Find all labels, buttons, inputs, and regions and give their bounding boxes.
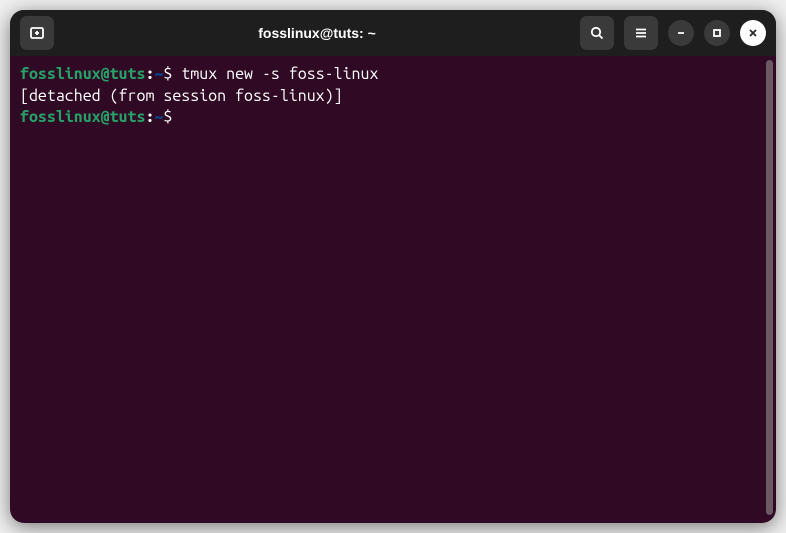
- terminal-line: fosslinux@tuts:~$ tmux new -s foss-linux: [20, 64, 766, 86]
- titlebar-left: [20, 16, 54, 50]
- titlebar-right: [580, 16, 766, 50]
- menu-icon: [633, 25, 649, 41]
- output-text: [detached (from session foss-linux)]: [20, 87, 343, 105]
- maximize-button[interactable]: [704, 20, 730, 46]
- search-icon: [589, 25, 605, 41]
- new-tab-button[interactable]: [20, 16, 54, 50]
- minimize-button[interactable]: [668, 20, 694, 46]
- window-title: fosslinux@tuts: ~: [62, 25, 572, 41]
- terminal-line: [detached (from session foss-linux)]: [20, 86, 766, 108]
- search-button[interactable]: [580, 16, 614, 50]
- maximize-icon: [710, 26, 724, 40]
- scrollbar[interactable]: [766, 60, 773, 515]
- prompt-symbol: $: [163, 108, 181, 126]
- titlebar: fosslinux@tuts: ~: [10, 10, 776, 56]
- prompt-user: fosslinux@tuts: [20, 108, 145, 126]
- menu-button[interactable]: [624, 16, 658, 50]
- new-tab-icon: [29, 25, 45, 41]
- prompt-symbol: $: [163, 65, 181, 83]
- close-icon: [746, 26, 760, 40]
- terminal-window: fosslinux@tuts: ~: [10, 10, 776, 523]
- terminal-line: fosslinux@tuts:~$: [20, 107, 766, 129]
- prompt-user: fosslinux@tuts: [20, 65, 145, 83]
- terminal-body[interactable]: fosslinux@tuts:~$ tmux new -s foss-linux…: [10, 56, 776, 523]
- minimize-icon: [674, 26, 688, 40]
- command-text: tmux new -s foss-linux: [181, 65, 378, 83]
- close-button[interactable]: [740, 20, 766, 46]
